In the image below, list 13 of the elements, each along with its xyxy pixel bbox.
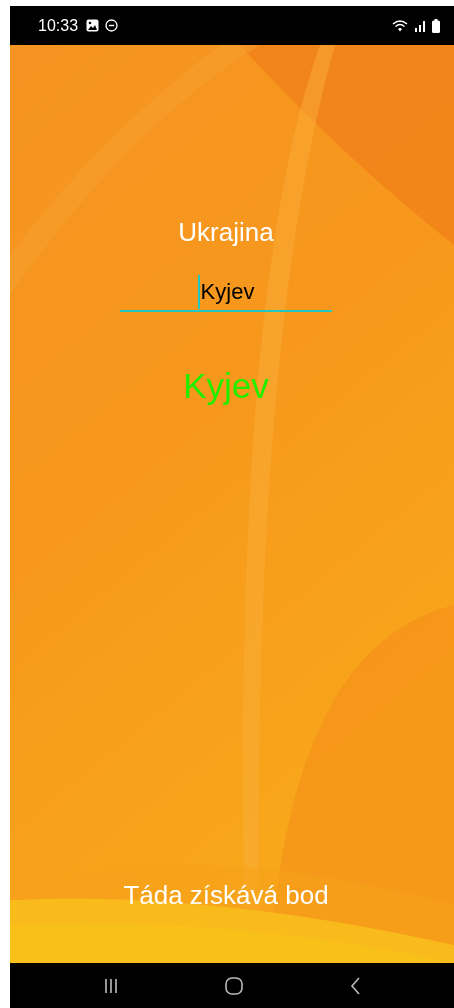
do-not-disturb-icon xyxy=(105,19,119,32)
clock: 10:33 xyxy=(38,16,79,35)
answer-field[interactable]: Kyjev xyxy=(120,274,332,312)
country-title: Ukrajina xyxy=(178,217,275,248)
score-message: Táda získává bod xyxy=(123,880,330,911)
battery-icon xyxy=(432,18,440,33)
back-icon[interactable] xyxy=(349,975,362,996)
home-icon[interactable] xyxy=(224,975,244,996)
wifi-icon xyxy=(392,19,408,32)
signal-icon xyxy=(414,19,426,32)
answer-result: Kyjev xyxy=(183,366,270,406)
image-icon xyxy=(86,19,100,32)
recent-apps-icon[interactable] xyxy=(102,976,119,995)
